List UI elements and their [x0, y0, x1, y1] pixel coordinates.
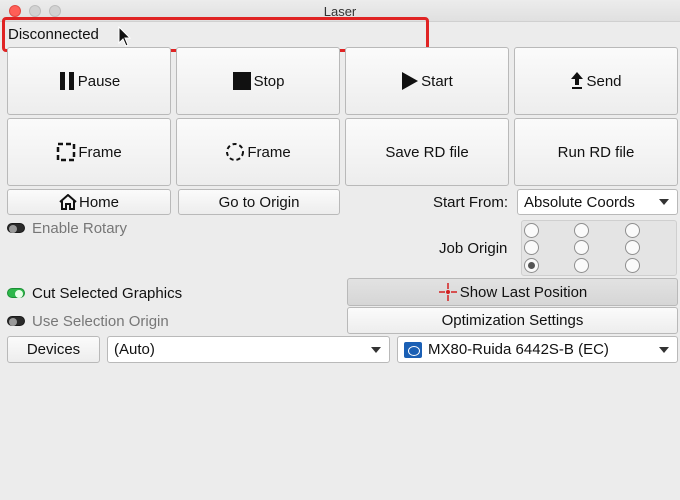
cut-selected-graphics-toggle[interactable]: [7, 288, 25, 298]
go-to-origin-button[interactable]: Go to Origin: [178, 189, 340, 215]
pause-label: Pause: [77, 72, 121, 90]
job-origin-top-right[interactable]: [625, 223, 640, 238]
device-value: MX80-Ruida 6442S-B (EC): [428, 341, 609, 358]
start-from-label: Start From:: [433, 194, 509, 211]
start-label: Start: [421, 72, 453, 90]
optimization-settings-button[interactable]: Optimization Settings: [347, 307, 678, 334]
pause-icon: [58, 71, 76, 91]
use-selection-origin-label: Use Selection Origin: [32, 313, 169, 330]
stop-label: Stop: [253, 72, 285, 90]
caret-down-icon: [659, 346, 669, 353]
device-select[interactable]: MX80-Ruida 6442S-B (EC): [397, 336, 678, 363]
optimization-settings-label: Optimization Settings: [441, 312, 584, 329]
start-from-select[interactable]: Absolute Coords: [517, 189, 678, 215]
job-origin-bottom-right[interactable]: [625, 258, 640, 273]
save-rd-file-button[interactable]: Save RD file: [345, 118, 509, 186]
show-last-position-label: Show Last Position: [459, 283, 588, 301]
connection-status: Disconnected: [8, 26, 99, 43]
frame-circle-button[interactable]: Frame: [176, 118, 340, 186]
job-origin-grid: [521, 220, 677, 276]
cut-selected-graphics-label: Cut Selected Graphics: [32, 285, 183, 302]
devices-label: Devices: [26, 341, 81, 358]
job-origin-center[interactable]: [574, 240, 589, 255]
frame-circle-label: Frame: [247, 143, 291, 161]
run-rd-file-label: Run RD file: [557, 143, 635, 161]
use-selection-origin-toggle[interactable]: [7, 316, 25, 326]
enable-rotary-label: Enable Rotary: [32, 220, 128, 237]
frame-button[interactable]: Frame: [7, 118, 171, 186]
play-icon: [401, 71, 419, 91]
send-label: Send: [586, 72, 622, 90]
job-origin-label: Job Origin: [439, 240, 508, 257]
home-button[interactable]: Home: [7, 189, 171, 215]
show-last-position-button[interactable]: Show Last Position: [347, 278, 678, 306]
send-button[interactable]: Send: [514, 47, 678, 115]
upload-arrow-icon: [570, 71, 584, 91]
start-button[interactable]: Start: [345, 47, 509, 115]
job-origin-bottom-center[interactable]: [574, 258, 589, 273]
home-icon: [59, 194, 77, 210]
go-to-origin-label: Go to Origin: [218, 193, 300, 211]
stop-icon: [232, 71, 252, 91]
job-origin-middle-left[interactable]: [524, 240, 539, 255]
port-select[interactable]: (Auto): [107, 336, 390, 363]
enable-rotary-toggle[interactable]: [7, 223, 25, 233]
home-label: Home: [78, 193, 119, 211]
frame-label: Frame: [78, 143, 122, 161]
frame-square-icon: [56, 142, 76, 162]
job-origin-top-center[interactable]: [574, 223, 589, 238]
port-value: (Auto): [114, 341, 155, 358]
run-rd-file-button[interactable]: Run RD file: [514, 118, 678, 186]
caret-down-icon: [371, 346, 381, 353]
frame-circle-icon: [225, 142, 245, 162]
caret-down-icon: [659, 199, 669, 205]
devices-button[interactable]: Devices: [7, 336, 100, 363]
pause-button[interactable]: Pause: [7, 47, 171, 115]
start-from-value: Absolute Coords: [524, 193, 635, 211]
ruida-logo-icon: [404, 341, 422, 358]
job-origin-middle-right[interactable]: [625, 240, 640, 255]
job-origin-top-left[interactable]: [524, 223, 539, 238]
job-origin-bottom-left[interactable]: [524, 258, 539, 273]
save-rd-file-label: Save RD file: [385, 143, 469, 161]
mouse-cursor-icon: [118, 26, 132, 47]
crosshair-icon: [438, 283, 458, 301]
stop-button[interactable]: Stop: [176, 47, 340, 115]
